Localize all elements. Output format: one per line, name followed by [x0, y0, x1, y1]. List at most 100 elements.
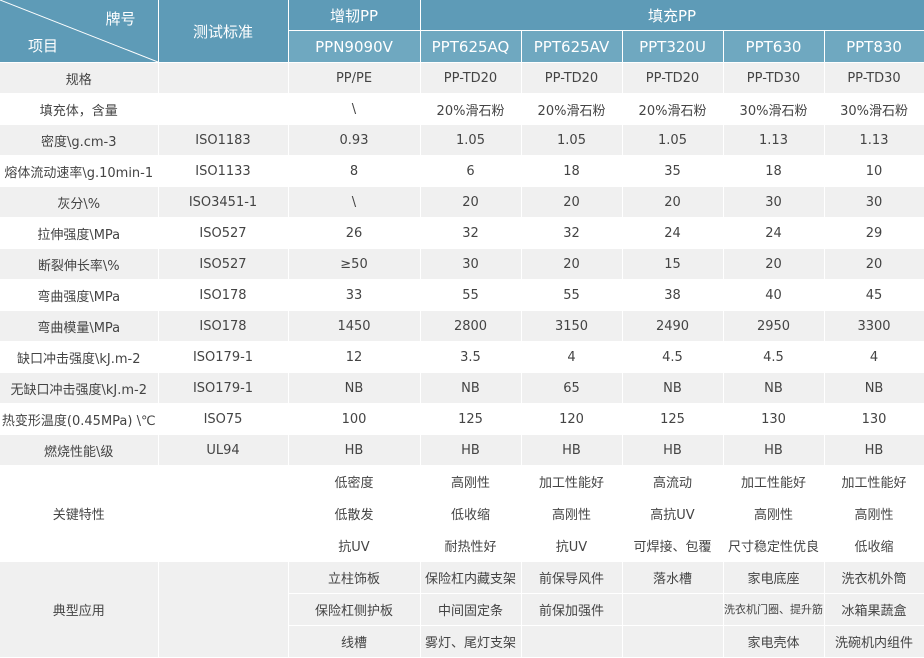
- property-value: 3150: [521, 310, 623, 342]
- property-value: 55: [420, 279, 522, 311]
- property-value: 2490: [622, 310, 724, 342]
- feature-text: 高刚性: [420, 465, 522, 498]
- application-text: 中间固定条: [420, 593, 522, 626]
- property-value: 2950: [723, 310, 825, 342]
- property-value: \: [288, 93, 421, 125]
- property-value: 30: [723, 186, 825, 218]
- property-value: 20: [420, 186, 522, 218]
- property-value: 55: [521, 279, 623, 311]
- property-value: 125: [420, 403, 522, 435]
- property-value: 120: [521, 403, 623, 435]
- property-value: 1.05: [521, 124, 623, 156]
- property-value: 18: [521, 155, 623, 187]
- test-standard: ISO179-1: [158, 372, 289, 404]
- property-value: 130: [824, 403, 924, 435]
- feature-text: 低收缩: [824, 529, 924, 562]
- application-text: [622, 625, 724, 658]
- property-value: 125: [622, 403, 724, 435]
- property-label: 规格: [0, 62, 159, 94]
- property-value: PP/PE: [288, 62, 421, 94]
- property-value: 20%滑石粉: [420, 93, 522, 125]
- property-value: 3300: [824, 310, 924, 342]
- property-value: 130: [723, 403, 825, 435]
- property-value: 1450: [288, 310, 421, 342]
- test-standard: ISO178: [158, 279, 289, 311]
- item-header: 项目: [28, 37, 59, 55]
- test-standard: ISO179-1: [158, 341, 289, 373]
- property-label: 无缺口冲击强度\kJ.m-2: [0, 372, 159, 404]
- property-value: 1.05: [420, 124, 522, 156]
- property-label: 灰分\%: [0, 186, 159, 218]
- test-standard: [158, 93, 289, 125]
- property-value: 20%滑石粉: [521, 93, 623, 125]
- property-value: 1.13: [723, 124, 825, 156]
- property-row: 燃烧性能\级 UL94 HB HB HB HB HB HB: [0, 434, 924, 466]
- application-section-label: 典型应用: [0, 561, 159, 658]
- property-value: HB: [723, 434, 825, 466]
- property-value: 4: [824, 341, 924, 373]
- application-text: 前保导风件: [521, 561, 623, 594]
- property-value: 30: [420, 248, 522, 280]
- property-value: 2800: [420, 310, 522, 342]
- property-value: HB: [521, 434, 623, 466]
- application-text: 线槽: [288, 625, 421, 658]
- property-value: NB: [288, 372, 421, 404]
- test-standard: ISO527: [158, 248, 289, 280]
- property-value: 0.93: [288, 124, 421, 156]
- header-corner: 牌号 项目: [0, 0, 159, 63]
- property-value: \: [288, 186, 421, 218]
- property-label: 燃烧性能\级: [0, 434, 159, 466]
- property-row: 拉伸强度\MPa ISO527 26 32 32 24 24 29: [0, 217, 924, 249]
- property-label: 断裂伸长率\%: [0, 248, 159, 280]
- grade-header: PPT830: [824, 30, 924, 63]
- feature-text: 耐热性好: [420, 529, 522, 562]
- property-row: 热变形温度(0.45MPa) \℃ ISO75 100 125 120 125 130 130: [0, 403, 924, 435]
- property-value: 20: [521, 248, 623, 280]
- group-filled-header: 填充PP: [420, 0, 924, 31]
- feature-text: 低密度: [288, 465, 421, 498]
- property-label: 填充体，含量: [0, 93, 159, 125]
- property-value: 20: [521, 186, 623, 218]
- property-value: NB: [723, 372, 825, 404]
- feature-row: 关键特性 低密度 高刚性 加工性能好 高流动 加工性能好 加工性能好: [0, 465, 924, 562]
- standard-header: 测试标准: [158, 0, 289, 63]
- property-value: HB: [824, 434, 924, 466]
- property-value: HB: [622, 434, 724, 466]
- property-value: 30%滑石粉: [824, 93, 924, 125]
- property-value: PP-TD20: [420, 62, 522, 94]
- property-row: 规格 PP/PE PP-TD20 PP-TD20 PP-TD20 PP-TD30 PP-TD…: [0, 62, 924, 94]
- feature-text: 低散发: [288, 497, 421, 530]
- feature-text: 可焊接、包覆: [622, 529, 724, 562]
- application-text: 洗衣机门圈、提升筋: [723, 593, 825, 626]
- feature-text: 抗UV: [288, 529, 421, 562]
- test-standard: ISO75: [158, 403, 289, 435]
- application-text: 冰箱果蔬盒: [824, 593, 924, 626]
- group-toughened-header: 增韧PP: [288, 0, 421, 31]
- grade-header: PPN9090V: [288, 30, 421, 63]
- application-text: 落水槽: [622, 561, 724, 594]
- application-text: 保险杠侧护板: [288, 593, 421, 626]
- property-value: 20: [622, 186, 724, 218]
- application-text: 保险杠内藏支架: [420, 561, 522, 594]
- property-value: PP-TD30: [824, 62, 924, 94]
- property-value: 100: [288, 403, 421, 435]
- property-row: 熔体流动速率\g.10min-1 ISO1133 8 6 18 35 18 10: [0, 155, 924, 187]
- property-value: NB: [420, 372, 522, 404]
- feature-text: 尺寸稳定性优良: [723, 529, 825, 562]
- property-row: 弯曲强度\MPa ISO178 33 55 55 38 40 45: [0, 279, 924, 311]
- property-label: 弯曲强度\MPa: [0, 279, 159, 311]
- property-value: 24: [723, 217, 825, 249]
- feature-text: 加工性能好: [521, 465, 623, 498]
- property-value: 20: [824, 248, 924, 280]
- property-label: 缺口冲击强度\kJ.m-2: [0, 341, 159, 373]
- property-value: 1.05: [622, 124, 724, 156]
- property-row: 填充体，含量 \ 20%滑石粉 20%滑石粉 20%滑石粉 30%滑石粉 30%滑石粉: [0, 93, 924, 125]
- feature-text: 高刚性: [824, 497, 924, 530]
- feature-text: 高刚性: [521, 497, 623, 530]
- empty-standard: [158, 561, 289, 658]
- test-standard: ISO1183: [158, 124, 289, 156]
- test-standard: [158, 62, 289, 94]
- property-value: 6: [420, 155, 522, 187]
- property-value: 29: [824, 217, 924, 249]
- test-standard: ISO3451-1: [158, 186, 289, 218]
